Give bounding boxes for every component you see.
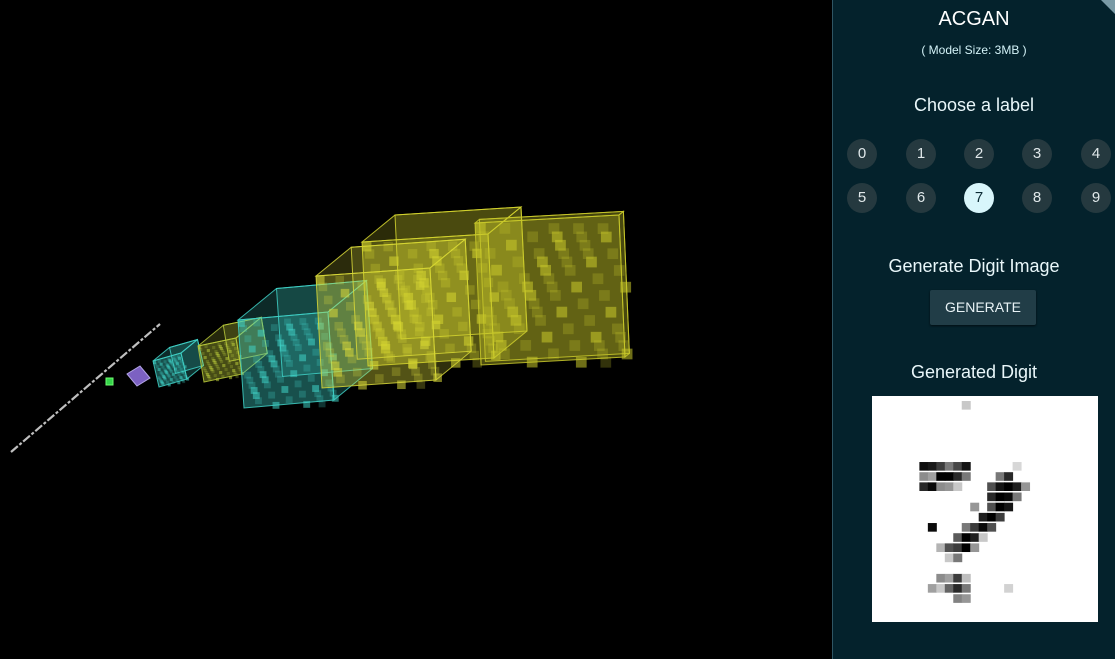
digit-pixel	[953, 584, 963, 593]
app-title: ACGAN	[938, 8, 1010, 30]
digit-pixel	[978, 523, 988, 532]
digit-pixel	[953, 594, 963, 603]
label-button-8[interactable]: 8	[1022, 183, 1052, 213]
model-size-label: ( Model Size: 3MB )	[921, 43, 1027, 57]
digit-pixel	[919, 472, 929, 481]
conv-layer-1[interactable]	[152, 338, 205, 388]
label-picker-heading: Choose a label	[913, 95, 1035, 115]
digit-pixel	[953, 462, 963, 471]
digit-pixel	[927, 462, 937, 471]
generate-heading: Generate Digit Image	[888, 256, 1060, 276]
digit-pixel	[944, 482, 954, 491]
digit-pixel	[1004, 472, 1014, 481]
digit-pixel	[961, 523, 971, 532]
label-button-2[interactable]: 2	[964, 139, 994, 169]
label-button-0[interactable]: 0	[847, 139, 877, 169]
digit-pixel	[1021, 482, 1031, 491]
digit-pixel	[953, 573, 963, 583]
label-button-5[interactable]: 5	[847, 183, 877, 213]
digit-pixel	[970, 543, 980, 553]
digit-pixel	[961, 462, 971, 471]
digit-pixel	[995, 482, 1005, 491]
generate-button[interactable]: GENERATE	[930, 290, 1036, 325]
digit-pixel	[927, 472, 937, 481]
digit-pixel	[987, 492, 997, 502]
digit-pixel	[961, 573, 971, 583]
digit-pixel	[1012, 492, 1022, 502]
digit-pixel	[936, 462, 946, 471]
digit-pixel	[936, 482, 946, 491]
digit-pixel	[970, 523, 980, 532]
digit-pixel	[995, 502, 1005, 512]
label-button-1[interactable]: 1	[906, 139, 936, 169]
digit-pixel	[1012, 462, 1022, 471]
digit-pixel	[936, 573, 946, 583]
digit-pixel	[987, 523, 997, 532]
output-layer[interactable]	[473, 210, 633, 368]
digit-pixel	[961, 584, 971, 593]
digit-pixel	[944, 553, 954, 563]
digit-pixel	[953, 533, 963, 542]
digit-pixel	[1004, 584, 1014, 593]
digit-pixel	[987, 512, 997, 522]
digit-pixel	[961, 543, 971, 553]
digit-pixel	[936, 543, 946, 553]
generated-digit-heading: Generated Digit	[910, 362, 1038, 382]
label-button-7[interactable]: 7	[964, 183, 994, 213]
digit-pixel	[978, 533, 988, 542]
digit-pixel	[961, 401, 971, 410]
label-button-6[interactable]: 6	[906, 183, 936, 213]
digit-pixel	[1012, 482, 1022, 491]
network-visualization[interactable]	[0, 0, 832, 659]
digit-pixel	[944, 472, 954, 481]
dense-layer[interactable]	[105, 377, 114, 386]
digit-pixel	[927, 482, 937, 491]
digit-pixel	[927, 523, 937, 532]
digit-pixel	[944, 462, 954, 471]
digit-pixel	[953, 553, 963, 563]
digit-pixel	[1004, 502, 1014, 512]
digit-pixel	[919, 462, 929, 471]
digit-pixel	[953, 472, 963, 481]
digit-pixel	[995, 492, 1005, 502]
control-panel: ACGAN ( Model Size: 3MB ) Choose a label…	[832, 0, 1115, 659]
digit-pixel	[987, 502, 997, 512]
digit-pixel	[927, 584, 937, 593]
digit-pixel	[1004, 492, 1014, 502]
digit-pixel	[944, 573, 954, 583]
digit-pixel	[1004, 482, 1014, 491]
input-vector-layer[interactable]	[10, 323, 161, 453]
digit-pixel	[961, 533, 971, 542]
label-button-4[interactable]: 4	[1081, 139, 1111, 169]
generated-digit-image	[872, 396, 1098, 622]
digit-pixel	[944, 584, 954, 593]
digit-pixel	[953, 482, 963, 491]
label-button-9[interactable]: 9	[1081, 183, 1111, 213]
digit-pixel	[944, 543, 954, 553]
digit-pixel	[961, 594, 971, 603]
digit-pixel	[970, 533, 980, 542]
digit-pixel	[995, 512, 1005, 522]
digit-pixel	[970, 502, 980, 512]
digit-pixel	[995, 472, 1005, 481]
digit-pixel	[987, 482, 997, 491]
digit-pixel	[936, 584, 946, 593]
label-button-3[interactable]: 3	[1022, 139, 1052, 169]
reshape-layer[interactable]	[126, 365, 151, 387]
digit-pixel	[953, 543, 963, 553]
digit-pixel	[961, 472, 971, 481]
digit-pixel	[978, 512, 988, 522]
digit-pixel	[919, 482, 929, 491]
digit-pixel	[936, 472, 946, 481]
network-3d-canvas[interactable]	[0, 0, 832, 659]
